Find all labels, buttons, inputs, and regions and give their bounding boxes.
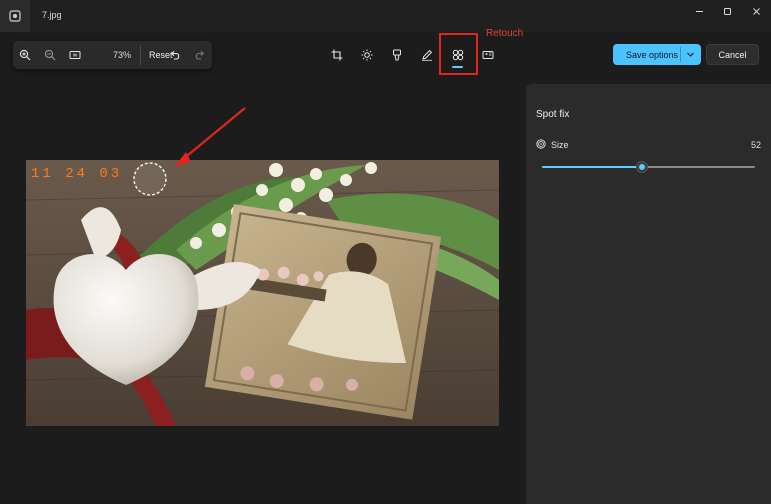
photos-app-icon (0, 0, 30, 32)
crop-icon (331, 49, 343, 61)
window-title: 7.jpg (42, 10, 62, 20)
photo-date-stamp: 11 24 03 (31, 166, 122, 182)
close-icon (752, 7, 760, 15)
toolbar-divider (140, 45, 141, 65)
maximize-button[interactable] (716, 4, 738, 18)
size-label: Size (551, 140, 569, 150)
size-slider[interactable] (542, 162, 755, 172)
panel-title: Spot fix (536, 109, 570, 120)
adjust-icon (361, 49, 373, 61)
spot-fix-panel: Spot fix Size 52 (526, 84, 771, 504)
retouch-annotation-label: Retouch (486, 28, 524, 39)
zoom-in-button[interactable] (19, 49, 31, 61)
redo-button[interactable] (194, 49, 206, 61)
background-icon (482, 51, 494, 59)
filter-icon (393, 49, 401, 61)
minimize-icon (695, 10, 703, 12)
undo-icon (171, 50, 180, 60)
maximize-icon (723, 7, 731, 15)
close-button[interactable] (745, 4, 767, 18)
adjust-tool-button[interactable] (356, 44, 378, 66)
save-options-label: Save options (626, 49, 679, 60)
cancel-button[interactable]: Cancel (706, 44, 759, 65)
zoom-level: 73% (113, 50, 132, 60)
fit-to-window-icon (69, 51, 81, 59)
size-slider-fill (542, 166, 643, 168)
zoom-out-button[interactable] (44, 49, 56, 61)
background-tool-button[interactable] (477, 44, 499, 66)
photo-canvas[interactable]: 11 24 03 (26, 160, 499, 426)
retouch-highlight-box (439, 33, 478, 75)
size-slider-thumb[interactable] (637, 162, 648, 172)
fit-to-window-button[interactable] (69, 49, 81, 61)
zoom-out-icon (44, 49, 56, 61)
save-options-button[interactable]: Save options (613, 44, 701, 65)
markup-icon (422, 49, 433, 61)
minimize-button[interactable] (688, 4, 710, 18)
brush-size-icon (536, 139, 546, 149)
spot-fix-brush-cursor[interactable] (133, 162, 167, 196)
crop-tool-button[interactable] (326, 44, 348, 66)
chevron-down-icon[interactable] (686, 50, 695, 59)
markup-tool-button[interactable] (416, 44, 438, 66)
redo-icon (195, 50, 204, 60)
undo-button[interactable] (169, 49, 181, 61)
size-value: 52 (750, 140, 761, 150)
photo-image: 11 24 03 (26, 160, 499, 426)
zoom-in-icon (19, 49, 31, 61)
save-options-divider (680, 47, 681, 62)
zoom-toolbar: 73% Reset (13, 41, 212, 69)
filter-tool-button[interactable] (386, 44, 408, 66)
title-bar: 7.jpg (0, 0, 771, 32)
